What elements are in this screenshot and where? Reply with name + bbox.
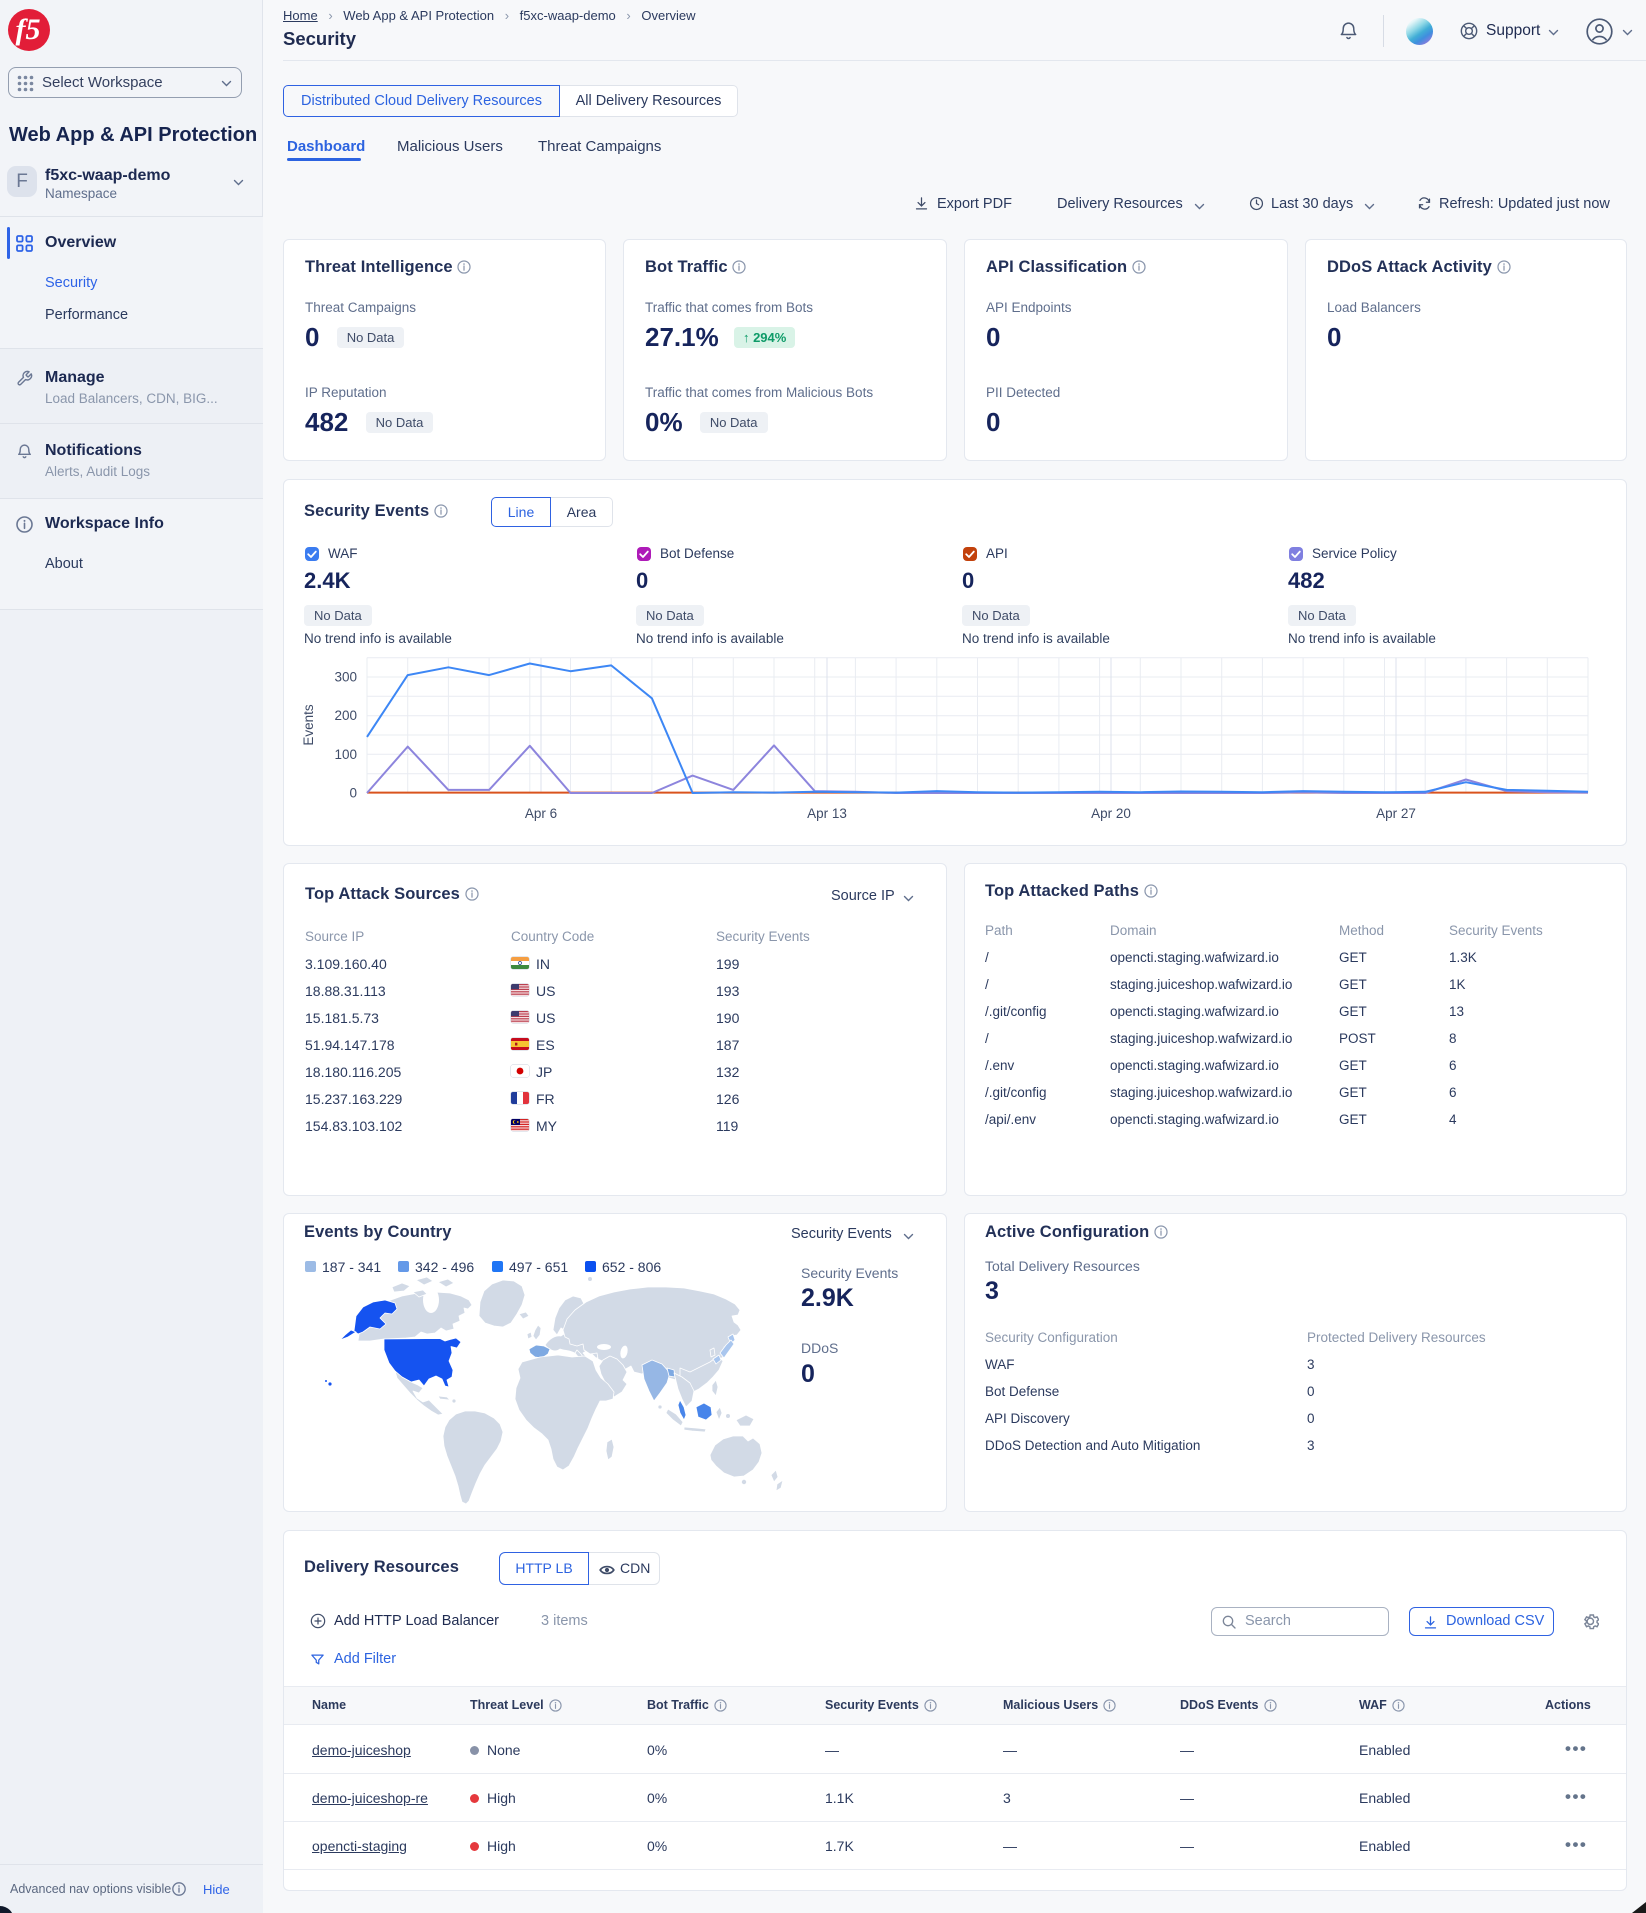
svg-text:Apr 13: Apr 13 [807,806,847,821]
svg-text:Apr 20: Apr 20 [1091,806,1131,821]
svg-text:200: 200 [334,708,357,723]
svg-text:Apr 6: Apr 6 [525,806,557,821]
svg-text:0: 0 [349,786,357,801]
svg-text:f5: f5 [16,13,41,46]
svg-text:Apr 27: Apr 27 [1376,806,1416,821]
svg-text:Events: Events [301,704,316,746]
svg-text:100: 100 [334,747,357,762]
svg-text:300: 300 [334,670,357,685]
